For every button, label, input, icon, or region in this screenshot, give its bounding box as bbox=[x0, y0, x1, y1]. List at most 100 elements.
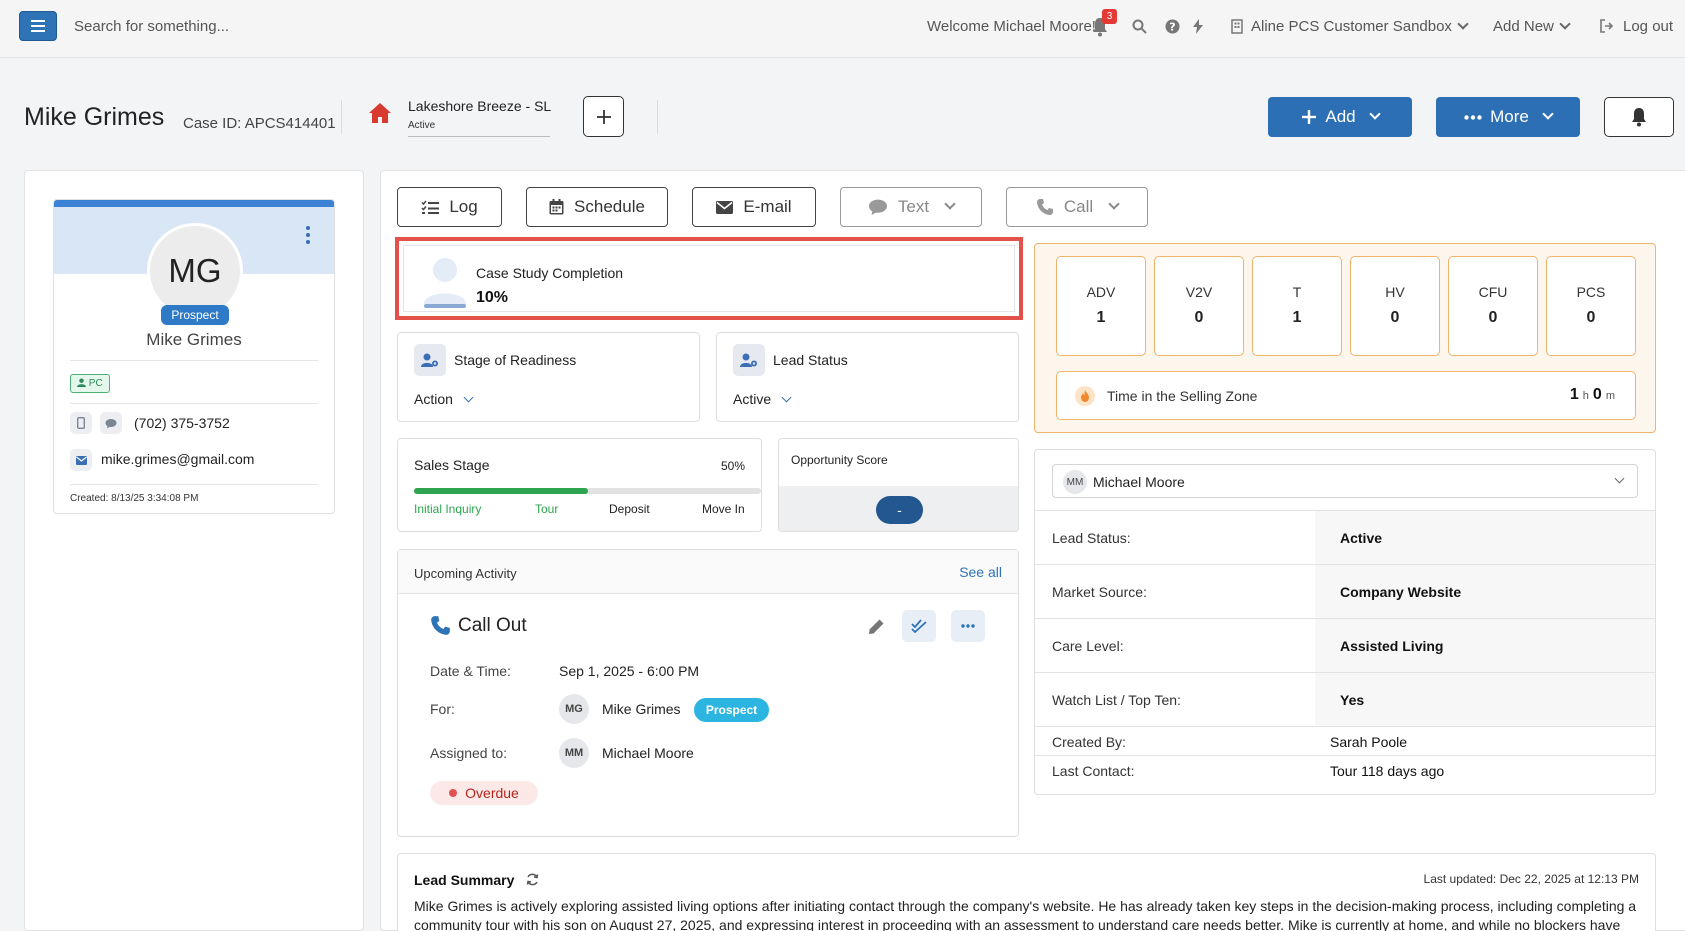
text-label: Text bbox=[897, 197, 930, 216]
status-badge: Prospect bbox=[161, 305, 229, 325]
lead-summary-text: Mike Grimes is actively exploring assist… bbox=[414, 898, 1637, 931]
person-icon bbox=[77, 378, 86, 387]
activity-more-button[interactable] bbox=[951, 610, 985, 642]
detail-row-created-by: Created By: Sarah Poole bbox=[1035, 726, 1655, 755]
detail-key: Market Source: bbox=[1052, 584, 1147, 600]
selling-zone-label: Time in the Selling Zone bbox=[1107, 388, 1258, 404]
metric-hv[interactable]: HV 0 bbox=[1350, 256, 1440, 356]
log-button[interactable]: Log bbox=[397, 187, 502, 227]
divider bbox=[408, 136, 550, 137]
created-date: Created: 8/13/25 3:34:08 PM bbox=[70, 493, 199, 504]
envelope-icon bbox=[716, 200, 734, 214]
help-icon[interactable]: ? bbox=[1165, 19, 1180, 34]
phone-icon bbox=[431, 616, 450, 635]
completion-value: 10% bbox=[476, 289, 509, 306]
more-dropdown-button[interactable]: More bbox=[1436, 97, 1580, 137]
search-icon[interactable] bbox=[1132, 19, 1147, 34]
fire-icon bbox=[1075, 386, 1095, 406]
metric-label: T bbox=[1292, 284, 1302, 300]
add-new-label: Add New bbox=[1493, 18, 1554, 35]
chevron-down-icon bbox=[1559, 18, 1571, 30]
metric-value: 0 bbox=[1194, 309, 1204, 326]
lead-status-value: Active bbox=[733, 391, 772, 407]
hamburger-menu-button[interactable] bbox=[19, 11, 57, 41]
call-dropdown-button[interactable]: Call bbox=[1006, 187, 1148, 227]
sales-stage-percent: 50% bbox=[720, 459, 745, 473]
kebab-menu-icon[interactable] bbox=[306, 226, 310, 247]
selling-zone-row: Time in the Selling Zone 1h0m bbox=[1056, 371, 1636, 420]
chevron-down-icon bbox=[944, 198, 956, 210]
detail-value: Assisted Living bbox=[1340, 638, 1444, 654]
plus-icon bbox=[1302, 110, 1317, 124]
metric-cfu[interactable]: CFU 0 bbox=[1448, 256, 1538, 356]
owner-select[interactable]: MM Michael Moore bbox=[1052, 464, 1638, 498]
zone-minutes: 0 bbox=[1592, 386, 1602, 403]
lead-status-select[interactable]: Active bbox=[733, 391, 792, 407]
add-dropdown-button[interactable]: Add bbox=[1268, 97, 1412, 137]
detail-row-care-level: Care Level: Assisted Living bbox=[1035, 618, 1655, 672]
assigned-name: Michael Moore bbox=[602, 745, 694, 761]
detail-key: Last Contact: bbox=[1052, 763, 1135, 779]
detail-key: Lead Status: bbox=[1052, 530, 1131, 546]
phone-icon bbox=[1036, 199, 1053, 215]
metric-value: 1 bbox=[1292, 309, 1302, 326]
readiness-select[interactable]: Action bbox=[414, 391, 474, 407]
pencil-icon[interactable] bbox=[868, 618, 885, 635]
community-name[interactable]: Lakeshore Breeze - SL bbox=[408, 98, 551, 114]
opportunity-score-value[interactable]: - bbox=[876, 496, 923, 524]
search-input[interactable]: Search for something... bbox=[74, 18, 229, 35]
metric-value: 0 bbox=[1488, 309, 1498, 326]
metric-pcs[interactable]: PCS 0 bbox=[1546, 256, 1636, 356]
stage-deposit: Deposit bbox=[609, 502, 650, 516]
alerts-button[interactable] bbox=[1604, 97, 1674, 137]
divider bbox=[70, 403, 318, 404]
chevron-down-icon bbox=[1542, 108, 1554, 120]
refresh-icon[interactable] bbox=[526, 873, 539, 886]
schedule-button[interactable]: Schedule bbox=[526, 187, 668, 227]
detail-value: Sarah Poole bbox=[1330, 734, 1408, 750]
detail-value: Yes bbox=[1340, 692, 1365, 708]
status-badge: Prospect bbox=[694, 698, 769, 722]
org-switcher[interactable]: Aline PCS Customer Sandbox bbox=[1251, 18, 1469, 35]
case-study-completion-card[interactable]: Case Study Completion 10% bbox=[395, 237, 1023, 320]
metric-adv[interactable]: ADV 1 bbox=[1056, 256, 1146, 356]
lead-status-icon-box bbox=[733, 344, 765, 376]
svg-text:?: ? bbox=[1169, 21, 1175, 34]
chevron-down-icon bbox=[1457, 18, 1469, 30]
activity-metrics-card: ADV 1 V2V 0 T1 HV 0 CFU 0 PCS 0 Time in the S… bbox=[1034, 243, 1656, 433]
sales-stage-card: Sales Stage 50% Initial Inquiry Tour Dep… bbox=[397, 438, 762, 532]
see-all-link[interactable]: See all bbox=[959, 564, 1002, 580]
detail-key: Care Level: bbox=[1052, 638, 1124, 654]
mobile-button[interactable] bbox=[70, 412, 92, 434]
add-community-button[interactable] bbox=[583, 96, 624, 137]
phone-number[interactable]: (702) 375-3752 bbox=[134, 415, 230, 431]
logout-link[interactable]: Log out bbox=[1623, 18, 1673, 35]
for-name[interactable]: Mike Grimes bbox=[602, 701, 681, 717]
user-cog-icon bbox=[421, 353, 438, 367]
lightning-icon[interactable] bbox=[1193, 19, 1203, 34]
completion-label: Case Study Completion bbox=[476, 265, 624, 281]
email-address[interactable]: mike.grimes@gmail.com bbox=[101, 451, 254, 467]
sms-button[interactable] bbox=[100, 412, 122, 434]
metric-v2v[interactable]: V2V 0 bbox=[1154, 256, 1244, 356]
metric-t[interactable]: T1 bbox=[1252, 256, 1342, 356]
email-button[interactable] bbox=[70, 449, 92, 471]
complete-activity-button[interactable] bbox=[902, 610, 936, 642]
text-dropdown-button[interactable]: Text bbox=[840, 187, 982, 227]
lead-summary-card: Lead Summary Last updated: Dec 22, 2025 … bbox=[397, 853, 1656, 931]
chevron-down-icon bbox=[1108, 198, 1120, 210]
calendar-icon bbox=[549, 199, 564, 215]
mobile-phone-icon bbox=[77, 417, 85, 429]
logout-icon[interactable] bbox=[1600, 19, 1614, 33]
avatar: MM bbox=[559, 738, 589, 768]
building-icon bbox=[1231, 19, 1243, 34]
detail-value: Company Website bbox=[1340, 584, 1462, 600]
pc-tag: PC bbox=[70, 374, 110, 393]
chevron-down-icon bbox=[463, 392, 474, 403]
add-new-menu[interactable]: Add New bbox=[1493, 18, 1571, 35]
date-label: Date & Time: bbox=[430, 663, 511, 679]
log-label: Log bbox=[449, 197, 478, 216]
lead-summary-updated: Last updated: Dec 22, 2025 at 12:13 PM bbox=[1423, 872, 1639, 886]
date-value: Sep 1, 2025 - 6:00 PM bbox=[559, 663, 700, 679]
email-action-button[interactable]: E-mail bbox=[692, 187, 816, 227]
